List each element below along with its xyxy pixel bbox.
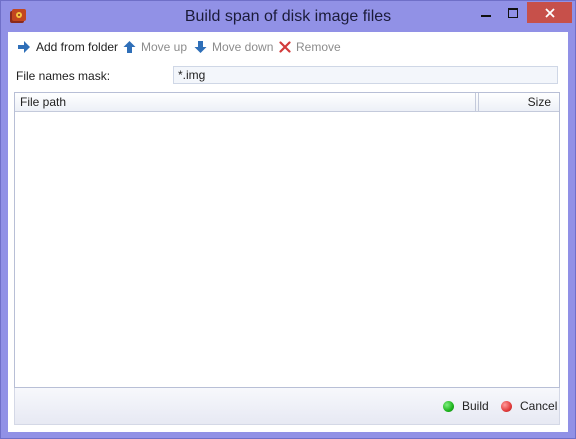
close-button[interactable] — [527, 2, 572, 23]
dialog-client-area: Add from folder Move up Move down Remove — [8, 32, 568, 432]
grid-body[interactable] — [15, 112, 559, 387]
move-down-button[interactable]: Move down — [194, 38, 273, 56]
minimize-icon — [480, 14, 491, 17]
arrow-down-icon — [194, 41, 207, 53]
build-label: Build — [462, 399, 489, 413]
remove-label: Remove — [296, 40, 341, 54]
dialog-window: Build span of disk image files Add from … — [0, 0, 576, 439]
column-header-size[interactable]: Size — [478, 93, 559, 111]
move-up-button[interactable]: Move up — [123, 38, 187, 56]
maximize-icon — [507, 7, 518, 18]
cancel-label: Cancel — [520, 399, 558, 413]
remove-button[interactable]: Remove — [279, 38, 341, 56]
minimize-button[interactable] — [473, 2, 498, 23]
toolbar: Add from folder Move up Move down Remove — [8, 36, 568, 58]
close-icon — [544, 7, 555, 18]
red-dot-icon — [501, 400, 512, 412]
maximize-button[interactable] — [500, 2, 525, 23]
move-up-label: Move up — [141, 40, 188, 54]
arrow-up-icon — [123, 41, 136, 53]
dialog-footer: Build Cancel — [14, 388, 560, 425]
file-list-grid[interactable]: File path Size — [14, 92, 560, 388]
grid-header: File path Size — [15, 93, 559, 112]
add-from-folder-button[interactable]: Add from folder — [17, 38, 118, 56]
build-button[interactable]: Build — [443, 398, 489, 414]
column-header-file-path[interactable]: File path — [15, 93, 476, 111]
cancel-button[interactable]: Cancel — [501, 398, 557, 414]
arrow-right-icon — [18, 41, 30, 53]
remove-x-icon — [279, 41, 291, 53]
add-from-folder-label: Add from folder — [36, 40, 119, 54]
green-dot-icon — [443, 400, 454, 412]
move-down-label: Move down — [212, 40, 274, 54]
title-bar[interactable]: Build span of disk image files — [1, 1, 575, 33]
file-names-mask-label: File names mask: — [16, 69, 111, 83]
file-names-mask-input[interactable] — [173, 66, 558, 84]
